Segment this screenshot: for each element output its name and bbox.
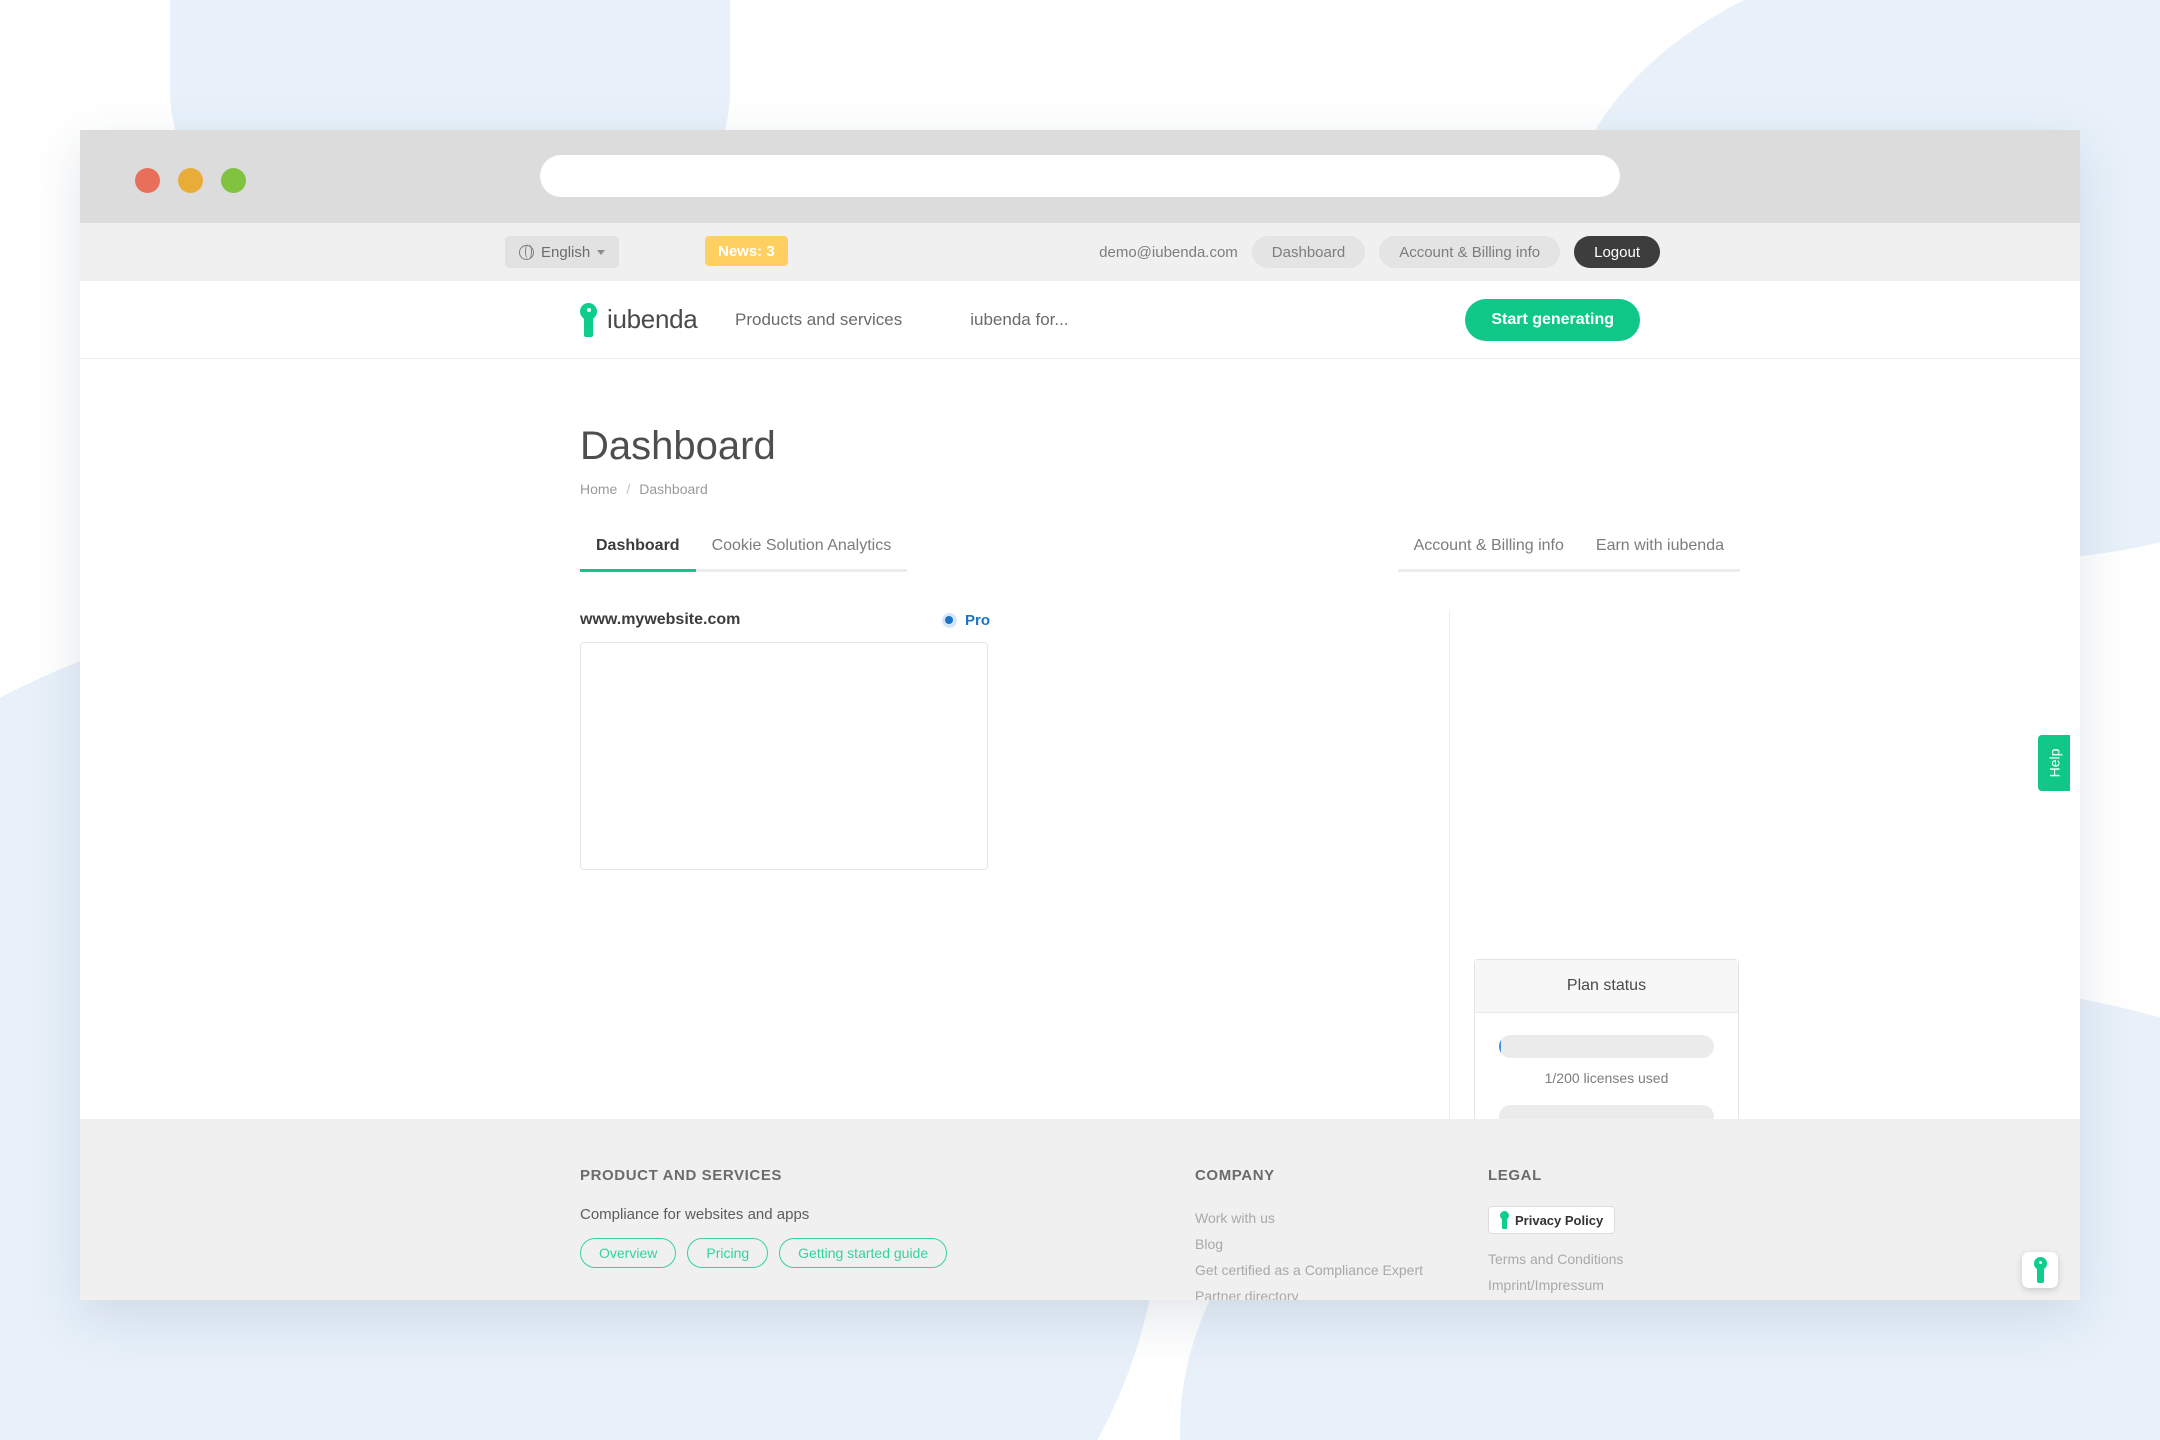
page-title: Dashboard <box>580 424 776 468</box>
maximize-window-button[interactable] <box>221 168 246 193</box>
footer-link-blog[interactable]: Blog <box>1195 1232 1423 1258</box>
iubenda-badge-icon <box>2033 1257 2047 1283</box>
iubenda-floating-badge[interactable] <box>2022 1252 2058 1288</box>
main-nav: Products and services iubenda for... <box>735 310 1069 330</box>
plan-badge-label: Pro <box>964 611 990 629</box>
footer-legal-links: Terms and Conditions Imprint/Impressum <box>1488 1247 1623 1299</box>
nav-item-products[interactable]: Products and services <box>735 310 902 330</box>
close-window-button[interactable] <box>135 168 160 193</box>
nav-item-iubenda-for[interactable]: iubenda for... <box>970 310 1068 330</box>
breadcrumb-separator: / <box>626 481 631 497</box>
licenses-meter-fill <box>1499 1035 1501 1058</box>
privacy-policy-badge[interactable]: Privacy Policy <box>1488 1206 1616 1234</box>
site-block: www.mywebsite.com Pro <box>580 611 990 870</box>
footer-legal-heading: LEGAL <box>1488 1167 1542 1184</box>
logo-text: iubenda <box>607 304 698 334</box>
licenses-meter <box>1499 1035 1714 1058</box>
footer-chip-getting-started-guide[interactable]: Getting started guide <box>779 1238 948 1268</box>
dashboard-button[interactable]: Dashboard <box>1251 236 1366 268</box>
footer-col-legal: LEGAL Privacy Policy Terms and Condition… <box>1488 1167 1623 1299</box>
footer-link-imprint-impressum[interactable]: Imprint/Impressum <box>1488 1273 1623 1299</box>
tab-dashboard[interactable]: Dashboard <box>580 537 696 572</box>
logout-button[interactable]: Logout <box>1574 236 1660 268</box>
breadcrumb-home[interactable]: Home <box>580 481 617 497</box>
user-area: demo@iubenda.com Dashboard Account & Bil… <box>1099 223 1660 281</box>
page-root: English News: 3 demo@iubenda.com Dashboa… <box>0 0 2160 1440</box>
logo[interactable]: iubenda <box>580 302 698 337</box>
tab-cookie-solution-analytics[interactable]: Cookie Solution Analytics <box>695 537 908 572</box>
account-billing-button[interactable]: Account & Billing info <box>1379 236 1561 268</box>
site-card[interactable] <box>580 642 988 870</box>
site-header-row: www.mywebsite.com Pro <box>580 611 990 629</box>
site-footer: PRODUCT AND SERVICES Compliance for webs… <box>80 1119 2080 1300</box>
footer-products-subheading: Compliance for websites and apps <box>580 1206 810 1223</box>
footer-products-heading: PRODUCT AND SERVICES <box>580 1167 783 1184</box>
footer-link-terms-and-conditions[interactable]: Terms and Conditions <box>1488 1247 1623 1273</box>
header-start-generating-button[interactable]: Start generating <box>1465 298 1640 341</box>
plan-dot-icon <box>941 612 957 628</box>
globe-icon <box>519 243 534 260</box>
url-input[interactable] <box>540 155 1620 197</box>
footer-chip-row: Overview Pricing Getting started guide <box>580 1238 948 1268</box>
minimize-window-button[interactable] <box>178 168 203 193</box>
footer-chip-pricing[interactable]: Pricing <box>687 1238 769 1268</box>
footer-link-get-certified[interactable]: Get certified as a Compliance Expert <box>1195 1258 1423 1284</box>
privacy-policy-badge-label: Privacy Policy <box>1515 1212 1604 1228</box>
iubenda-mini-logo-icon <box>1500 1211 1509 1229</box>
help-tab-button[interactable]: Help <box>2038 735 2070 791</box>
footer-col-company: COMPANY Work with us Blog Get certified … <box>1195 1167 1423 1300</box>
tab-group-right: Account & Billing info Earn with iubenda <box>1397 537 1740 572</box>
plan-badge: Pro <box>941 611 990 629</box>
footer-link-partner-directory[interactable]: Partner directory <box>1195 1284 1423 1300</box>
tabs-row: Dashboard Cookie Solution Analytics Acco… <box>580 537 1740 577</box>
plan-status-title: Plan status <box>1475 960 1738 1013</box>
user-email: demo@iubenda.com <box>1099 243 1238 261</box>
footer-col-products: PRODUCT AND SERVICES Compliance for webs… <box>580 1167 948 1268</box>
site-header: iubenda Products and services iubenda fo… <box>80 281 2080 359</box>
help-tab-label: Help <box>2045 748 2062 778</box>
licenses-meter-label: 1/200 licenses used <box>1544 1070 1669 1086</box>
tab-group-left: Dashboard Cookie Solution Analytics <box>580 537 908 572</box>
breadcrumb-current: Dashboard <box>639 481 708 497</box>
tab-earn-with-iubenda[interactable]: Earn with iubenda <box>1579 537 1740 572</box>
browser-chrome <box>80 130 2080 223</box>
tab-account-billing-info[interactable]: Account & Billing info <box>1397 537 1580 572</box>
language-selector[interactable]: English <box>505 236 620 268</box>
chevron-down-icon <box>597 249 606 255</box>
browser-window: English News: 3 demo@iubenda.com Dashboa… <box>80 130 2080 1300</box>
footer-company-heading: COMPANY <box>1195 1167 1275 1184</box>
footer-link-work-with-us[interactable]: Work with us <box>1195 1206 1423 1232</box>
breadcrumb: Home / Dashboard <box>580 481 708 497</box>
site-name: www.mywebsite.com <box>580 611 741 628</box>
footer-chip-overview[interactable]: Overview <box>580 1238 677 1268</box>
utility-bar: English News: 3 demo@iubenda.com Dashboa… <box>80 223 2080 281</box>
language-label: English <box>541 243 591 261</box>
iubenda-logo-icon <box>580 302 597 337</box>
news-badge[interactable]: News: 3 <box>705 236 788 266</box>
main-content: Dashboard Home / Dashboard Dashboard Coo… <box>80 359 2080 1300</box>
